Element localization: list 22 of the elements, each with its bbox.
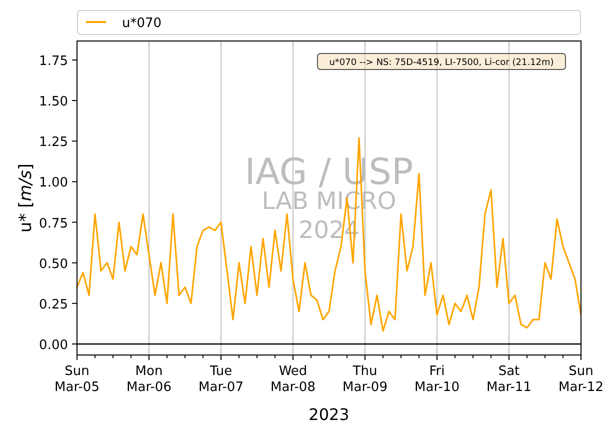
y-tick-label: 0.25 [39, 297, 68, 312]
x-tick-label: Sun Mar-05 [54, 364, 100, 395]
y-tick-label: 1.75 [39, 54, 68, 69]
x-tick-label: Mon Mar-06 [126, 364, 172, 395]
x-tick-label: Tue Mar-07 [198, 364, 244, 395]
x-tick-label: Wed Mar-08 [270, 364, 316, 395]
x-tick-label: Sat Mar-11 [486, 364, 532, 395]
y-tick-label: 1.00 [39, 176, 68, 191]
annotation-label: u*070 --> NS: 75D-4519, LI-7500, Li-cor (21.12m) [317, 53, 566, 70]
x-tick-label: Thu Mar-09 [342, 364, 388, 395]
y-axis-label: u* [m/s] [14, 162, 36, 235]
legend-label: u*070 [122, 16, 162, 31]
legend-line-icon [86, 21, 106, 23]
x-axis-label: 2023 [308, 405, 350, 424]
annotation: u*070 --> NS: 75D-4519, LI-7500, Li-cor (21.12m) [329, 58, 554, 68]
y-tick-label: 1.25 [39, 135, 68, 150]
y-tick-label: 0.50 [39, 256, 68, 272]
y-tick-label: 0.75 [39, 216, 68, 232]
x-tick-label: Sun Mar-12 [558, 364, 604, 395]
x-tick-label: Fri Mar-10 [414, 364, 460, 395]
y-tick-label: 0.00 [39, 338, 68, 353]
y-tick-label: 1.50 [39, 94, 68, 110]
